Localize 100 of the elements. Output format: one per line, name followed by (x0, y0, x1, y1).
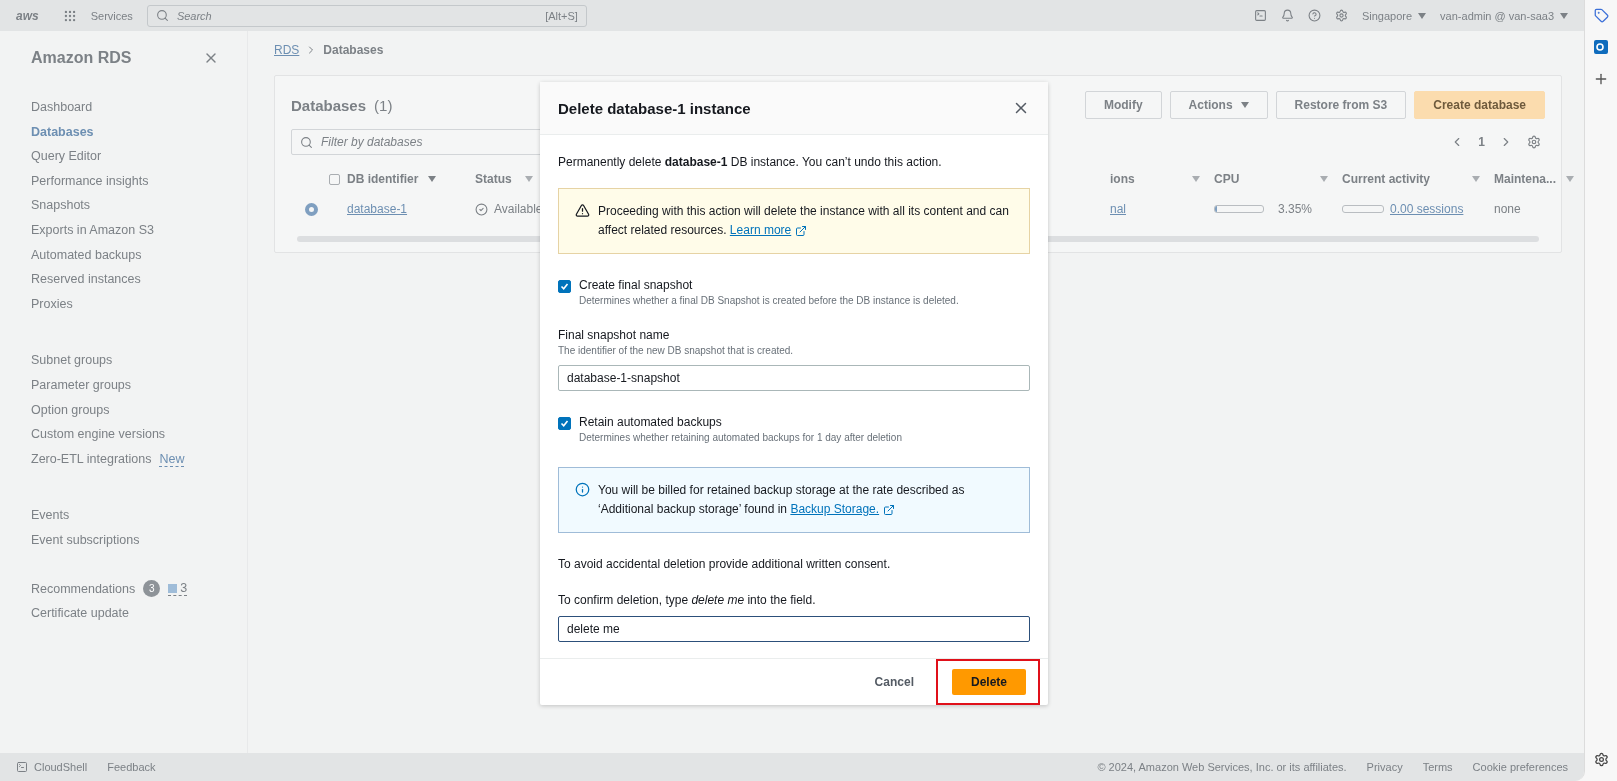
search-field[interactable]: Search [Alt+S] (146, 4, 587, 27)
checkbox-label: Create final snapshot (579, 278, 694, 292)
caret-icon (1240, 102, 1249, 108)
caret-icon (1566, 176, 1574, 182)
sidebar-item[interactable]: Dashboard (31, 95, 247, 120)
footer-link[interactable]: Cookie preferences (1472, 761, 1568, 773)
field-label: Final snapshot name (558, 328, 671, 342)
page-number[interactable]: 1 (1478, 135, 1485, 149)
new-badge: New (159, 451, 185, 467)
checkbox[interactable] (558, 417, 571, 430)
sidebar-item[interactable]: Custom engine versions (31, 422, 247, 447)
warning-text: Proceeding with this action will delete the instance with all its content and can affect related resources. Learn more (598, 202, 1013, 240)
footer-link[interactable]: Terms (1422, 761, 1453, 773)
cloudshell-link[interactable]: CloudShell (34, 761, 88, 773)
bell-icon[interactable] (1280, 9, 1294, 22)
column-header[interactable]: Maintena... (1494, 164, 1584, 194)
sidebar-item[interactable]: Snapshots (31, 193, 247, 218)
settings-icon[interactable] (1593, 752, 1609, 767)
help-icon[interactable] (1307, 9, 1321, 22)
database-count: (1) (374, 96, 393, 114)
shortcut-hint: [Alt+S] (545, 9, 578, 22)
feedback-link[interactable]: Feedback (107, 761, 156, 773)
checkbox[interactable] (558, 280, 571, 293)
header-checkbox[interactable] (329, 173, 340, 185)
toolbar-button[interactable]: Modify (1084, 91, 1162, 119)
check-circle-icon (475, 202, 488, 216)
caret-icon (1472, 176, 1480, 182)
sidebar-item[interactable]: Zero-ETL integrations New (31, 446, 247, 472)
sidebar-item[interactable]: Performance insights (31, 168, 247, 194)
sidebar-item[interactable]: Recommendations (31, 576, 136, 602)
column-header[interactable]: ions (1110, 164, 1214, 194)
snapshot-name-field[interactable]: database-1-snapshot (558, 365, 1030, 391)
sidebar-item[interactable]: Subnet groups (31, 348, 247, 373)
caret-icon (428, 176, 437, 182)
region-menu[interactable]: Singapore (1361, 9, 1427, 22)
search-icon (155, 9, 169, 22)
add-icon[interactable] (1593, 71, 1609, 87)
caret-icon (1418, 12, 1427, 19)
caret-icon (1192, 176, 1200, 182)
checkmark-icon (560, 419, 569, 428)
backup-storage-link[interactable]: Backup Storage. (790, 500, 896, 519)
settings-icon[interactable] (1527, 135, 1541, 149)
sidebar-item[interactable]: Events (31, 503, 247, 528)
column-header[interactable]: Current activity (1342, 164, 1494, 194)
dialog-title: Delete database-1 instance (558, 99, 751, 117)
search-icon (300, 135, 313, 149)
sidebar-item[interactable]: Query Editor (31, 144, 247, 169)
caret-icon (1320, 176, 1328, 182)
panel-title: Databases (291, 96, 367, 114)
tag-icon[interactable] (1593, 8, 1609, 23)
services-menu[interactable]: Services (90, 9, 133, 22)
info-count: 3 (168, 581, 188, 597)
info-icon (575, 482, 590, 497)
checkmark-icon (560, 282, 569, 291)
row-radio[interactable] (305, 202, 318, 216)
sidebar-item[interactable]: Parameter groups (31, 372, 247, 398)
sidebar-item[interactable]: Automated backups (31, 242, 247, 268)
confirm-field[interactable]: delete me (558, 616, 1030, 642)
mail-app-icon[interactable] (1593, 39, 1609, 55)
grid-icon[interactable] (62, 8, 77, 23)
column-header[interactable]: Status (475, 164, 547, 194)
sidebar-item[interactable]: Exports in Amazon S3 (31, 217, 247, 243)
delete-button[interactable]: Delete (951, 669, 1026, 695)
logo[interactable]: aws (16, 8, 39, 23)
cpu-reading: 3.35% (1278, 202, 1313, 216)
terminal-icon[interactable] (16, 761, 28, 773)
sidebar-item[interactable]: Certificate update (31, 601, 247, 626)
column-header[interactable]: CPU (1214, 164, 1342, 194)
terminal-icon[interactable] (1253, 9, 1267, 22)
sidebar-item[interactable]: Event subscriptions (31, 527, 247, 553)
external-link-icon (883, 503, 896, 516)
sessions-link[interactable]: 0.00 sessions (1390, 202, 1464, 216)
account-menu[interactable]: van-admin @ van-saa3 (1440, 9, 1568, 22)
checkbox-description: Determines whether a final DB Snapshot is created before the DB instance is deleted. (579, 295, 959, 306)
copyright-text: © 2024, Amazon Web Services, Inc. or its affiliates. (1097, 761, 1347, 773)
toolbar-button[interactable]: Restore from S3 (1275, 91, 1407, 119)
database-link[interactable]: database-1 (347, 202, 408, 216)
learn-more-link[interactable]: Learn more (729, 221, 808, 240)
column-header[interactable]: DB identifier (347, 164, 475, 194)
table-link[interactable]: nal (1110, 202, 1126, 216)
cpu-meter (1214, 205, 1264, 213)
external-link-icon (795, 224, 808, 237)
table-cell-text: none (1494, 201, 1522, 218)
sidebar-item[interactable]: Option groups (31, 397, 247, 423)
intro-text: Permanently delete database-1 DB instance. You can’t undo this action. (558, 154, 943, 171)
caret-icon (525, 176, 533, 182)
sidebar-item[interactable]: Proxies (31, 291, 247, 317)
checkbox-label: Retain automated backups (579, 415, 723, 429)
warning-icon (575, 203, 590, 218)
sidebar-item[interactable]: Databases (31, 119, 247, 145)
sidebar-item[interactable]: Reserved instances (31, 267, 247, 292)
cancel-button[interactable]: Cancel (866, 669, 922, 695)
caret-icon (1560, 12, 1568, 19)
info-text: You will be billed for retained backup storage at the rate described as ‘Additional backup storage’ found in Backup Storage. (598, 481, 1013, 519)
breadcrumb[interactable]: RDS (274, 43, 300, 57)
field-label: To confirm deletion, type delete me into the field. (558, 593, 817, 607)
footer-link[interactable]: Privacy (1366, 761, 1403, 773)
toolbar-button[interactable]: Actions (1169, 91, 1268, 119)
sidebar-title: Amazon RDS (31, 49, 132, 67)
toolbar-button[interactable]: Create database (1414, 91, 1545, 119)
